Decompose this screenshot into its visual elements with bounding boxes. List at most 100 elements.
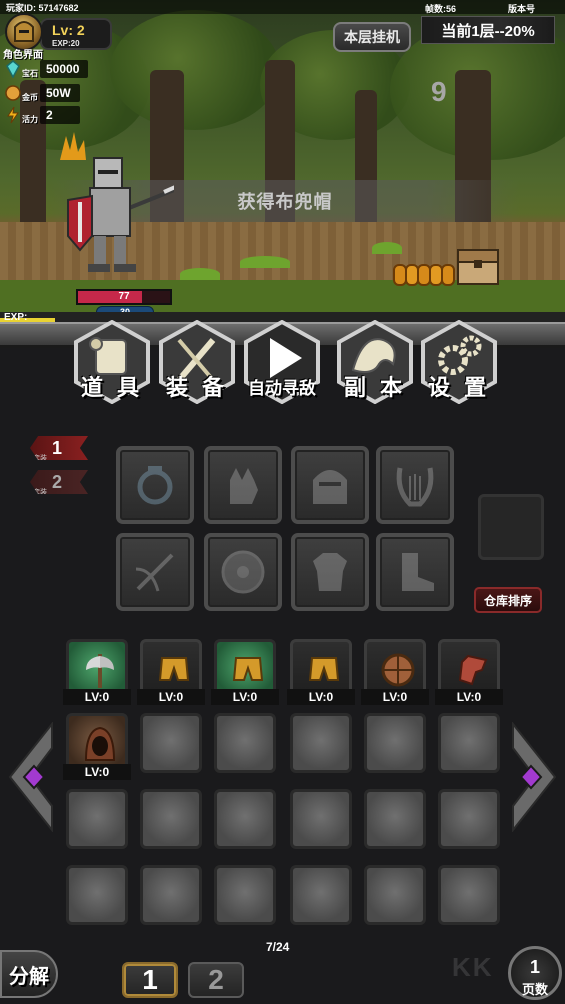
- inventory-slot-empty[interactable]: [364, 713, 426, 773]
- lyre-slot[interactable]: [376, 446, 454, 524]
- axe-icon: [86, 654, 114, 688]
- inventory-slot-empty[interactable]: [290, 713, 352, 773]
- pants-icon: [308, 657, 340, 681]
- nav-label: 副 本: [343, 375, 407, 400]
- helmet-icon: [313, 470, 347, 504]
- inventory-page-indicator: 7/24: [266, 940, 290, 954]
- inventory-slot-empty[interactable]: [438, 713, 500, 773]
- pages-button[interactable]: 1 页数: [508, 946, 562, 1000]
- stamina-row: 活力 2: [4, 106, 94, 124]
- gem-row: 宝石 50000: [4, 60, 94, 78]
- level-panel: Lv: 2 EXP:20: [40, 18, 112, 50]
- dismantle-button[interactable]: 分解: [0, 950, 58, 998]
- inventory-slot-empty[interactable]: [214, 789, 276, 849]
- inventory-slot-empty[interactable]: [140, 713, 202, 773]
- round-shield-icon: [221, 550, 265, 594]
- crossbow-slot[interactable]: [116, 533, 194, 611]
- inventory-slot-empty[interactable]: [214, 713, 276, 773]
- gold-label: 金币: [22, 93, 38, 102]
- shield-slot[interactable]: [204, 533, 282, 611]
- gauntlet-icon: [230, 468, 258, 504]
- item-level: LV:0: [361, 689, 429, 705]
- item-level: LV:0: [287, 689, 355, 705]
- grass-tuft: [180, 268, 220, 280]
- gold-coins-icon: [393, 264, 455, 286]
- next-page-arrow-icon[interactable]: [509, 722, 559, 832]
- inventory-slot-empty[interactable]: [214, 865, 276, 925]
- lightning-icon: [7, 106, 19, 124]
- warehouse-sort-button[interactable]: 仓库排序: [474, 587, 542, 613]
- hp-value: 77: [118, 291, 130, 302]
- set-label: 套装: [33, 489, 47, 496]
- gloves-slot[interactable]: [204, 446, 282, 524]
- nav-settings-button[interactable]: 设 置: [417, 320, 501, 404]
- gold-coin-icon: [5, 85, 21, 101]
- treasure-chest-icon: [457, 249, 499, 285]
- pants-icon: [158, 657, 190, 681]
- ring-slot[interactable]: [116, 446, 194, 524]
- item-level: LV:0: [63, 689, 131, 705]
- fps-counter: 帧数:56: [425, 4, 457, 14]
- stamina-value: 2: [40, 106, 80, 124]
- pages-number: 1: [529, 957, 540, 977]
- inventory-slot-empty[interactable]: [364, 789, 426, 849]
- gold-value: 50W: [40, 84, 80, 102]
- inventory-slot-empty[interactable]: [290, 789, 352, 849]
- bag-tab-1[interactable]: 1: [122, 962, 178, 998]
- inventory-slot-empty[interactable]: [66, 865, 128, 925]
- gem-value: 50000: [40, 60, 88, 78]
- stage-idle-button[interactable]: 本层挂机: [333, 22, 411, 52]
- item-level: LV:0: [211, 689, 279, 705]
- inventory-slot-empty[interactable]: [140, 789, 202, 849]
- chest-armor-icon: [313, 553, 347, 591]
- nav-equipment-button[interactable]: 装 备: [155, 320, 239, 404]
- nav-dungeon-button[interactable]: 副 本: [333, 320, 417, 404]
- nav-label: 设 置: [427, 375, 491, 400]
- pants-icon: [232, 657, 264, 681]
- tree-canopy: [110, 10, 280, 130]
- gem-label: 宝石: [22, 69, 38, 78]
- grass-tuft: [372, 242, 402, 254]
- gem-icon: [6, 60, 20, 78]
- boots-slot[interactable]: [376, 533, 454, 611]
- nav-label: 道 具: [80, 375, 144, 400]
- inventory-slot-empty[interactable]: [364, 865, 426, 925]
- item-level: LV:0: [435, 689, 503, 705]
- prev-page-arrow-icon[interactable]: [6, 722, 56, 832]
- nav-auto-battle-button[interactable]: 自动寻敌: [240, 320, 324, 404]
- equip-set-tab-2[interactable]: 2 套装: [30, 470, 88, 494]
- nav-label: 装 备: [165, 375, 229, 400]
- crossbow-icon: [135, 553, 174, 592]
- player-id: 玩家ID: 57147682: [6, 3, 79, 13]
- floor-progress: 当前1层--20%: [421, 16, 555, 44]
- hood-icon: [84, 726, 116, 761]
- exp-text: EXP:20: [52, 39, 80, 48]
- equip-set-tab-1[interactable]: 1 套装: [30, 436, 88, 460]
- set-label: 套装: [33, 455, 47, 462]
- knight-icon: [67, 157, 174, 272]
- ring-icon: [137, 466, 173, 505]
- item-level: LV:0: [137, 689, 205, 705]
- set-number: 1: [52, 438, 63, 458]
- inventory-slot-empty[interactable]: [290, 865, 352, 925]
- helmet-slot[interactable]: [291, 446, 369, 524]
- inventory-slot-empty[interactable]: [66, 789, 128, 849]
- level-text: Lv: 2: [52, 22, 85, 38]
- hp-bar: 77: [76, 289, 172, 305]
- helmet-avatar-icon: [14, 21, 34, 42]
- character-screen-link[interactable]: 角色界面: [3, 46, 43, 61]
- lyre-icon: [396, 467, 434, 507]
- status-bar: 玩家ID: 57147682 帧数:56 版本号1.1.2.76: [0, 0, 565, 25]
- round-shield-icon: [381, 653, 415, 687]
- chest-armor-slot[interactable]: [291, 533, 369, 611]
- inventory-slot-empty[interactable]: [438, 789, 500, 849]
- pages-label: 页数: [521, 982, 548, 997]
- accessory-slot[interactable]: [478, 494, 544, 560]
- nav-items-button[interactable]: 道 具: [70, 320, 154, 404]
- glove-icon: [458, 654, 488, 686]
- nav-label: 自动寻敌: [248, 379, 316, 398]
- boots-icon: [402, 553, 434, 591]
- inventory-slot-empty[interactable]: [140, 865, 202, 925]
- bag-tab-2[interactable]: 2: [188, 962, 244, 998]
- inventory-slot-empty[interactable]: [438, 865, 500, 925]
